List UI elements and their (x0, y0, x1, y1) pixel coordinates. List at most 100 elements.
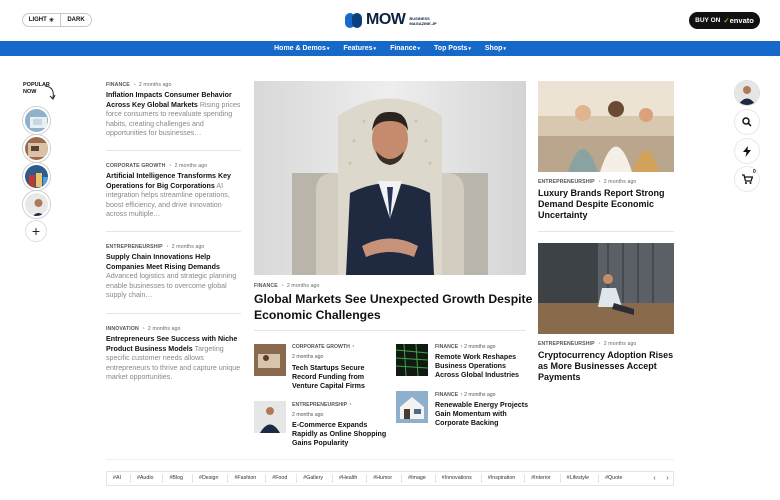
clock-icon: ◔ (168, 163, 172, 169)
add-story-button[interactable]: + (25, 220, 47, 242)
nav-item-top-posts[interactable]: Top Posts ▾ (432, 45, 473, 52)
article-thumbnail[interactable] (396, 344, 428, 376)
envato-logo: ✓envato (723, 16, 754, 25)
tag-link[interactable]: #Lifestyle (567, 474, 600, 483)
nav-item-features[interactable]: Features ▾ (341, 45, 378, 52)
tag-link[interactable]: #Audio (137, 474, 164, 483)
nav-item-home-demos[interactable]: Home & Demos ▾ (272, 45, 331, 52)
buy-on-envato-button[interactable]: BUY ON ✓envato (689, 12, 760, 29)
tag-link[interactable]: #Inspiration (488, 474, 526, 483)
article-meta: FINANCE ◔ 2 months ago (435, 344, 496, 350)
clock-icon: ◔ (141, 326, 145, 332)
tag-link[interactable]: #Blog (169, 474, 194, 483)
article-meta: ENTREPRENEURSHIP ◔ 2 months ago (538, 341, 637, 347)
tag-link[interactable]: #Innovations (442, 474, 482, 483)
article-title[interactable]: E-Commerce Expands Rapidly as Online Sho… (292, 421, 387, 447)
chevron-down-icon: ▾ (468, 45, 471, 52)
left-article[interactable]: FINANCE ◔ 2 months ago Inflation Impacts C… (106, 82, 241, 139)
clock-icon: ◔ (165, 244, 169, 250)
main-nav: Home & Demos ▾ Features ▾ Finance ▾ Top Pos… (0, 41, 780, 56)
logo-mark (345, 12, 362, 29)
clock-icon: ◔ (132, 82, 136, 88)
tag-link[interactable]: #AI (113, 474, 131, 483)
left-article[interactable]: ENTREPRENEURSHIP ◔ 2 months ago Supply Cha… (106, 244, 241, 301)
tag-link[interactable]: #Design (199, 474, 229, 483)
tag-link[interactable]: #Quote (605, 474, 631, 483)
article-meta: FINANCE ◔ 2 months ago (435, 392, 496, 398)
cart-button[interactable]: 0 (735, 167, 759, 191)
article-title[interactable]: Remote Work Reshapes Business Operations… (435, 353, 530, 379)
tag-link[interactable]: #Humor (373, 474, 403, 483)
sun-icon: ☀ (48, 17, 55, 24)
article-category[interactable]: FINANCE (254, 283, 278, 289)
article-title[interactable]: Artificial Intelligence Transforms Key O… (106, 172, 231, 190)
chevron-down-icon: ▾ (417, 45, 421, 52)
article-category[interactable]: ENTREPRENEURSHIP (106, 244, 163, 250)
tag-link[interactable]: #Gallery (303, 474, 334, 483)
article-category[interactable]: ENTREPRENEURSHIP (538, 341, 595, 347)
dark-mode-option[interactable]: DARK (61, 17, 91, 23)
article-thumbnail[interactable] (254, 401, 286, 433)
article-title[interactable]: Supply Chain Innovations Help Companies … (106, 253, 220, 271)
clock-icon: ◔ (348, 402, 352, 408)
curved-arrow-icon (44, 85, 56, 100)
article-thumbnail[interactable] (254, 344, 286, 376)
chevron-down-icon: ▾ (326, 45, 330, 52)
article-meta: ENTREPRENEURSHIP ◔ 2 months ago (292, 402, 352, 418)
tag-link[interactable]: #Health (339, 474, 368, 483)
divider (538, 231, 674, 232)
article-title[interactable]: Renewable Energy Projects Gain Momentum … (435, 401, 530, 427)
color-mode-toggle[interactable]: LIGHT ☀ DARK (22, 13, 92, 27)
article-category[interactable]: INNOVATION (106, 326, 139, 332)
clock-icon: ◔ (597, 179, 601, 185)
article-image[interactable] (538, 81, 674, 172)
article-title[interactable]: Luxury Brands Report Strong Demand Despi… (538, 188, 678, 221)
hero-image[interactable] (254, 81, 526, 275)
tag-link[interactable]: #Food (272, 474, 298, 483)
light-mode-option[interactable]: LIGHT ☀ (23, 14, 61, 26)
article-meta: CORPORATE GROWTH ◔ 2 months ago (292, 344, 355, 360)
site-logo[interactable]: MOW BUSINESS MAGAZINE.JP (345, 11, 437, 29)
logo-subtitle: BUSINESS MAGAZINE.JP (409, 16, 437, 26)
article-category[interactable]: FINANCE (106, 82, 130, 88)
nav-item-shop[interactable]: Shop ▾ (483, 45, 508, 52)
user-avatar[interactable] (735, 81, 759, 105)
left-article[interactable]: INNOVATION ◔ 2 months ago Entrepreneurs Se… (106, 326, 241, 383)
article-title[interactable]: Cryptocurrency Adoption Rises as More Bu… (538, 350, 678, 383)
divider (106, 313, 241, 314)
article-category[interactable]: ENTREPRENEURSHIP (538, 179, 595, 185)
clock-icon: ◔ (459, 392, 463, 398)
article-excerpt: Advanced logistics and strategic plannin… (106, 272, 237, 299)
chevron-down-icon: ▾ (503, 45, 506, 52)
trending-button[interactable] (735, 139, 759, 163)
clock-icon: ◔ (459, 344, 463, 350)
article-thumbnail[interactable] (396, 391, 428, 423)
tag-link[interactable]: #Interior (531, 474, 561, 483)
left-article[interactable]: CORPORATE GROWTH ◔ 2 months ago Artificial… (106, 163, 241, 220)
article-category[interactable]: CORPORATE GROWTH (106, 163, 165, 169)
popular-story-avatar[interactable] (23, 135, 50, 162)
chevron-down-icon: ▾ (373, 45, 377, 52)
divider (106, 459, 674, 460)
popular-story-avatar[interactable] (23, 163, 50, 190)
logo-word: MOW (366, 11, 406, 28)
nav-item-finance[interactable]: Finance ▾ (388, 45, 422, 52)
search-button[interactable] (735, 110, 759, 134)
chevron-left-icon[interactable]: ‹ (653, 475, 655, 482)
chevron-right-icon[interactable]: › (666, 475, 668, 482)
search-icon (742, 117, 752, 127)
popular-story-avatar[interactable] (23, 191, 50, 218)
article-title[interactable]: Tech Startups Secure Record Funding from… (292, 364, 387, 390)
divider (106, 150, 241, 151)
tag-link[interactable]: #Image (408, 474, 436, 483)
popular-story-avatar[interactable] (23, 107, 50, 134)
top-bar: LIGHT ☀ DARK MOW BUSINESS MAGAZINE.JP BUY… (0, 0, 780, 41)
tag-link[interactable]: #Fashion (234, 474, 267, 483)
cart-icon (741, 174, 753, 184)
plus-icon: + (31, 223, 41, 239)
tag-scroll-controls: ‹ › (648, 471, 674, 486)
hero-title[interactable]: Global Markets See Unexpected Growth Des… (254, 292, 534, 323)
divider (254, 330, 526, 331)
clock-icon: ◔ (351, 344, 355, 350)
article-image[interactable] (538, 243, 674, 334)
